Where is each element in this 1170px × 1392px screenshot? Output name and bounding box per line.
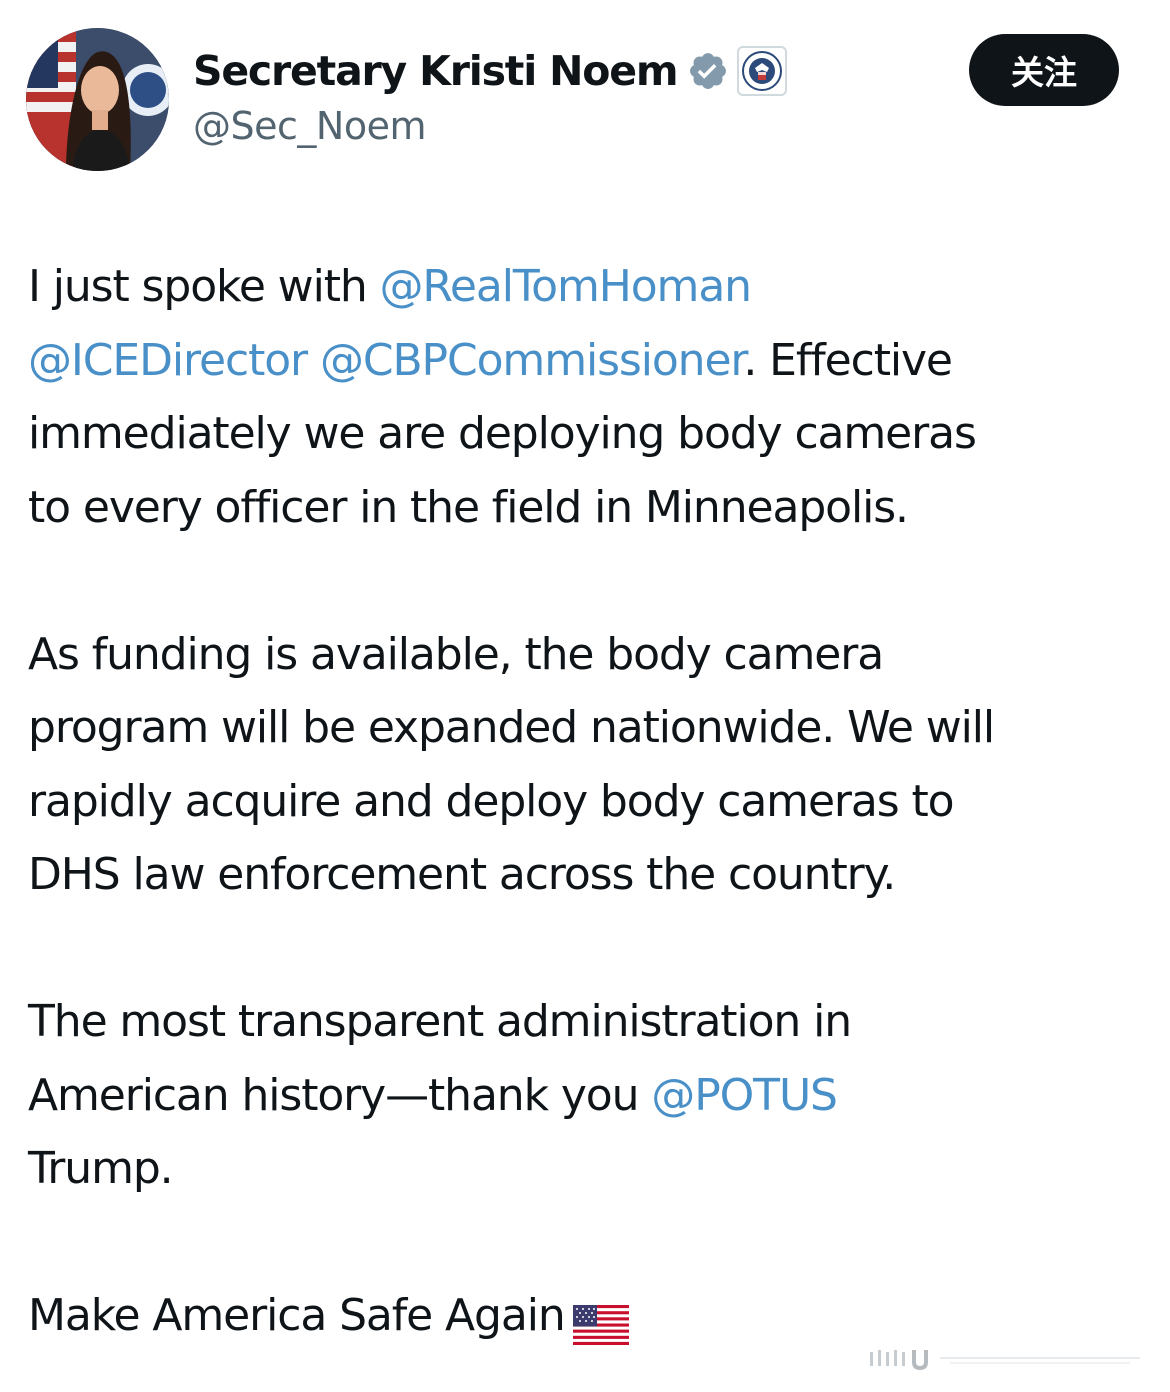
mention-potus[interactable]: @POTUS xyxy=(651,1070,838,1121)
name-row: Secretary Kristi Noem xyxy=(193,40,788,102)
tweet-text: I just spoke with @RealTomHoman @ICEDire… xyxy=(28,250,1143,1353)
user-handle[interactable]: @Sec_Noem xyxy=(193,104,426,148)
text-line: American history—thank you @POTUS xyxy=(28,1059,1143,1133)
text-line: to every officer in the field in Minneap… xyxy=(28,481,909,533)
watermark-icon xyxy=(860,1340,1150,1380)
text-line: Trump. xyxy=(28,1143,174,1194)
mention-realtomhoman[interactable]: @RealTomHoman xyxy=(380,261,753,312)
text-line: immediately we are deploying body camera… xyxy=(28,408,977,459)
tweet-paragraph-3: The most transparent administration in A… xyxy=(28,985,1143,1206)
profile-avatar[interactable] xyxy=(26,28,169,171)
dhs-seal-icon[interactable] xyxy=(737,46,788,96)
text-line: As funding is available, the body camera xyxy=(28,628,884,680)
text-line: DHS law enforcement across the country. xyxy=(28,849,896,900)
text-span xyxy=(307,335,320,386)
text-line: The most transparent administration in xyxy=(28,996,852,1047)
text-line: rapidly acquire and deploy body cameras … xyxy=(28,775,955,827)
follow-button[interactable]: 关注 xyxy=(969,34,1119,106)
mention-cbpcommissioner[interactable]: @CBPCommissioner xyxy=(320,335,745,386)
text-span: . Effective xyxy=(743,334,953,386)
mention-icedirector[interactable]: @ICEDirector xyxy=(28,335,308,386)
text-line: program will be expanded nationwide. We … xyxy=(28,702,995,753)
text-line: @ICEDirector @CBPCommissioner. Effective xyxy=(28,324,1143,398)
tweet-header: Secretary Kristi Noem @Sec_Noem 关注 xyxy=(0,0,1170,190)
text-span: Make America Safe Again xyxy=(28,1290,566,1341)
tweet-paragraph-1: I just spoke with @RealTomHoman @ICEDire… xyxy=(28,250,1143,544)
display-name[interactable]: Secretary Kristi Noem xyxy=(193,47,679,95)
us-flag-icon xyxy=(572,1294,629,1345)
text-span: I just spoke with xyxy=(28,261,380,312)
verified-badge-icon[interactable] xyxy=(687,50,729,92)
text-line: I just spoke with @RealTomHoman xyxy=(28,250,1143,324)
text-span: American history—thank you xyxy=(28,1069,652,1121)
avatar-image xyxy=(26,28,169,171)
tweet-paragraph-2: As funding is available, the body camera… xyxy=(28,618,1143,912)
